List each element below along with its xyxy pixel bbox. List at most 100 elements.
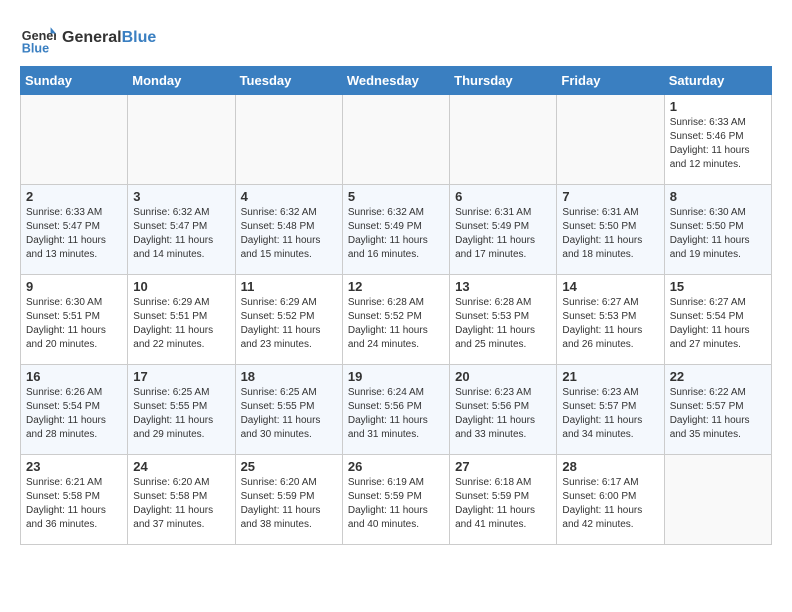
day-number: 9 <box>26 279 122 294</box>
day-info: Sunrise: 6:23 AM Sunset: 5:57 PM Dayligh… <box>562 386 658 442</box>
calendar-cell: 21 Sunrise: 6:23 AM Sunset: 5:57 PM Dayli… <box>557 365 664 455</box>
day-info: Sunrise: 6:30 AM Sunset: 5:50 PM Dayligh… <box>670 206 766 262</box>
day-info: Sunrise: 6:17 AM Sunset: 6:00 PM Dayligh… <box>562 476 658 532</box>
calendar-cell: 20 Sunrise: 6:23 AM Sunset: 5:56 PM Dayli… <box>450 365 557 455</box>
day-info: Sunrise: 6:24 AM Sunset: 5:56 PM Dayligh… <box>348 386 444 442</box>
day-info: Sunrise: 6:20 AM Sunset: 5:58 PM Dayligh… <box>133 476 229 532</box>
day-number: 12 <box>348 279 444 294</box>
calendar-cell: 6 Sunrise: 6:31 AM Sunset: 5:49 PM Daylig… <box>450 185 557 275</box>
day-info: Sunrise: 6:18 AM Sunset: 5:59 PM Dayligh… <box>455 476 551 532</box>
logo: General Blue GeneralBlue <box>20 20 156 56</box>
day-number: 7 <box>562 189 658 204</box>
day-info: Sunrise: 6:25 AM Sunset: 5:55 PM Dayligh… <box>241 386 337 442</box>
calendar-cell: 10Sunrise: 6:29 AM Sunset: 5:51 PM Dayli… <box>128 275 235 365</box>
day-info: Sunrise: 6:33 AM Sunset: 5:47 PM Dayligh… <box>26 206 122 262</box>
calendar-cell: 15Sunrise: 6:27 AM Sunset: 5:54 PM Dayli… <box>664 275 771 365</box>
day-of-week-header: Sunday <box>21 67 128 95</box>
calendar-cell: 14Sunrise: 6:27 AM Sunset: 5:53 PM Dayli… <box>557 275 664 365</box>
day-of-week-header: Monday <box>128 67 235 95</box>
day-of-week-header: Thursday <box>450 67 557 95</box>
calendar-week-row: 16Sunrise: 6:26 AM Sunset: 5:54 PM Dayli… <box>21 365 772 455</box>
day-info: Sunrise: 6:33 AM Sunset: 5:46 PM Dayligh… <box>670 116 766 172</box>
day-number: 4 <box>241 189 337 204</box>
calendar-cell: 2 Sunrise: 6:33 AM Sunset: 5:47 PM Daylig… <box>21 185 128 275</box>
calendar-cell: 25Sunrise: 6:20 AM Sunset: 5:59 PM Dayli… <box>235 455 342 545</box>
day-info: Sunrise: 6:28 AM Sunset: 5:53 PM Dayligh… <box>455 296 551 352</box>
calendar-cell <box>342 95 449 185</box>
day-info: Sunrise: 6:31 AM Sunset: 5:49 PM Dayligh… <box>455 206 551 262</box>
calendar-cell: 22 Sunrise: 6:22 AM Sunset: 5:57 PM Dayli… <box>664 365 771 455</box>
day-info: Sunrise: 6:19 AM Sunset: 5:59 PM Dayligh… <box>348 476 444 532</box>
day-number: 28 <box>562 459 658 474</box>
day-number: 16 <box>26 369 122 384</box>
calendar-cell: 4 Sunrise: 6:32 AM Sunset: 5:48 PM Daylig… <box>235 185 342 275</box>
day-number: 20 <box>455 369 551 384</box>
calendar-cell: 1 Sunrise: 6:33 AM Sunset: 5:46 PM Daylig… <box>664 95 771 185</box>
day-info: Sunrise: 6:32 AM Sunset: 5:48 PM Dayligh… <box>241 206 337 262</box>
calendar-week-row: 23 Sunrise: 6:21 AM Sunset: 5:58 PM Dayli… <box>21 455 772 545</box>
calendar-cell: 7 Sunrise: 6:31 AM Sunset: 5:50 PM Daylig… <box>557 185 664 275</box>
calendar-cell: 23 Sunrise: 6:21 AM Sunset: 5:58 PM Dayli… <box>21 455 128 545</box>
page-header: General Blue GeneralBlue <box>20 20 772 56</box>
calendar-cell: 13 Sunrise: 6:28 AM Sunset: 5:53 PM Dayli… <box>450 275 557 365</box>
day-info: Sunrise: 6:21 AM Sunset: 5:58 PM Dayligh… <box>26 476 122 532</box>
day-of-week-header: Saturday <box>664 67 771 95</box>
day-info: Sunrise: 6:25 AM Sunset: 5:55 PM Dayligh… <box>133 386 229 442</box>
day-number: 6 <box>455 189 551 204</box>
calendar-cell: 17 Sunrise: 6:25 AM Sunset: 5:55 PM Dayli… <box>128 365 235 455</box>
logo-icon: General Blue <box>20 20 56 56</box>
day-info: Sunrise: 6:27 AM Sunset: 5:54 PM Dayligh… <box>670 296 766 352</box>
day-number: 11 <box>241 279 337 294</box>
calendar-cell <box>664 455 771 545</box>
calendar-cell <box>450 95 557 185</box>
day-number: 18 <box>241 369 337 384</box>
calendar-cell: 8 Sunrise: 6:30 AM Sunset: 5:50 PM Daylig… <box>664 185 771 275</box>
calendar-cell: 24 Sunrise: 6:20 AM Sunset: 5:58 PM Dayli… <box>128 455 235 545</box>
day-number: 26 <box>348 459 444 474</box>
day-number: 21 <box>562 369 658 384</box>
calendar-cell: 5 Sunrise: 6:32 AM Sunset: 5:49 PM Daylig… <box>342 185 449 275</box>
day-info: Sunrise: 6:29 AM Sunset: 5:51 PM Dayligh… <box>133 296 229 352</box>
day-info: Sunrise: 6:31 AM Sunset: 5:50 PM Dayligh… <box>562 206 658 262</box>
day-number: 2 <box>26 189 122 204</box>
calendar-week-row: 2 Sunrise: 6:33 AM Sunset: 5:47 PM Daylig… <box>21 185 772 275</box>
calendar-body: 1 Sunrise: 6:33 AM Sunset: 5:46 PM Daylig… <box>21 95 772 545</box>
calendar-cell: 26 Sunrise: 6:19 AM Sunset: 5:59 PM Dayli… <box>342 455 449 545</box>
calendar-cell: 18 Sunrise: 6:25 AM Sunset: 5:55 PM Dayli… <box>235 365 342 455</box>
day-number: 14 <box>562 279 658 294</box>
day-info: Sunrise: 6:23 AM Sunset: 5:56 PM Dayligh… <box>455 386 551 442</box>
calendar-cell: 12 Sunrise: 6:28 AM Sunset: 5:52 PM Dayli… <box>342 275 449 365</box>
day-info: Sunrise: 6:32 AM Sunset: 5:47 PM Dayligh… <box>133 206 229 262</box>
day-number: 5 <box>348 189 444 204</box>
day-number: 19 <box>348 369 444 384</box>
day-info: Sunrise: 6:22 AM Sunset: 5:57 PM Dayligh… <box>670 386 766 442</box>
calendar-cell <box>235 95 342 185</box>
day-number: 24 <box>133 459 229 474</box>
day-info: Sunrise: 6:28 AM Sunset: 5:52 PM Dayligh… <box>348 296 444 352</box>
calendar-cell <box>557 95 664 185</box>
day-info: Sunrise: 6:29 AM Sunset: 5:52 PM Dayligh… <box>241 296 337 352</box>
day-number: 27 <box>455 459 551 474</box>
calendar-cell: 11 Sunrise: 6:29 AM Sunset: 5:52 PM Dayli… <box>235 275 342 365</box>
day-of-week-header: Friday <box>557 67 664 95</box>
svg-text:Blue: Blue <box>22 41 49 55</box>
day-info: Sunrise: 6:20 AM Sunset: 5:59 PM Dayligh… <box>241 476 337 532</box>
day-of-week-header: Tuesday <box>235 67 342 95</box>
calendar-week-row: 1 Sunrise: 6:33 AM Sunset: 5:46 PM Daylig… <box>21 95 772 185</box>
calendar-cell: 19 Sunrise: 6:24 AM Sunset: 5:56 PM Dayli… <box>342 365 449 455</box>
day-of-week-header: Wednesday <box>342 67 449 95</box>
day-number: 17 <box>133 369 229 384</box>
calendar-cell <box>21 95 128 185</box>
day-info: Sunrise: 6:30 AM Sunset: 5:51 PM Dayligh… <box>26 296 122 352</box>
calendar-cell <box>128 95 235 185</box>
day-number: 22 <box>670 369 766 384</box>
day-number: 8 <box>670 189 766 204</box>
day-number: 23 <box>26 459 122 474</box>
calendar-header-row: SundayMondayTuesdayWednesdayThursdayFrid… <box>21 67 772 95</box>
day-info: Sunrise: 6:32 AM Sunset: 5:49 PM Dayligh… <box>348 206 444 262</box>
calendar-cell: 9 Sunrise: 6:30 AM Sunset: 5:51 PM Daylig… <box>21 275 128 365</box>
day-number: 1 <box>670 99 766 114</box>
calendar-cell: 28 Sunrise: 6:17 AM Sunset: 6:00 PM Dayli… <box>557 455 664 545</box>
day-number: 13 <box>455 279 551 294</box>
calendar-table: SundayMondayTuesdayWednesdayThursdayFrid… <box>20 66 772 545</box>
